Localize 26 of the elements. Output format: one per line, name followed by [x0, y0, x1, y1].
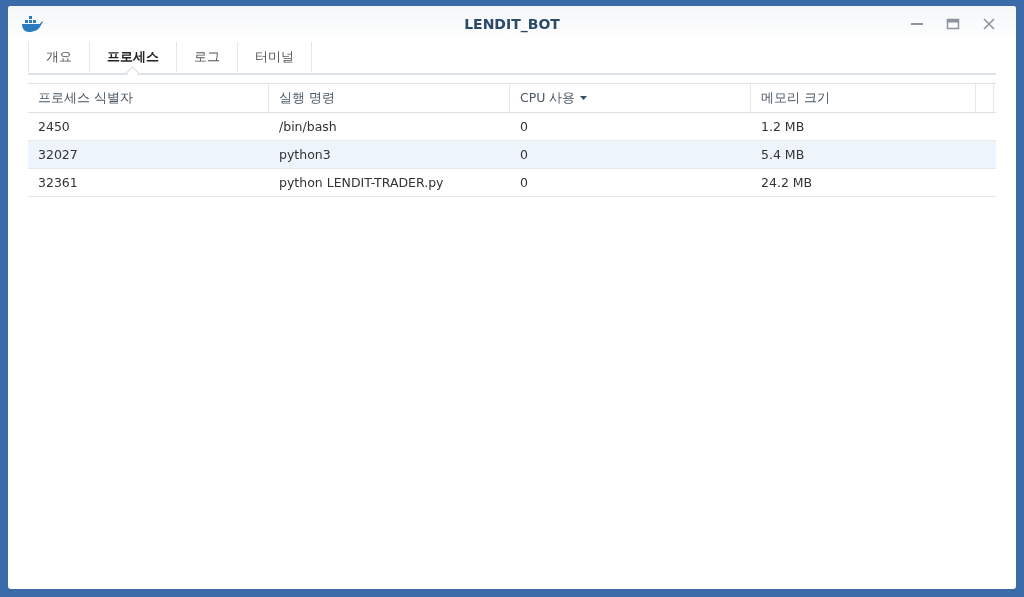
tab[interactable]: 개요 — [28, 42, 89, 72]
table-row[interactable]: 32027 python3 0 5.4 MB — [28, 141, 996, 169]
table-cell-text: 0 — [519, 147, 529, 162]
table-row[interactable]: 32361 python LENDIT-TRADER.py 0 24.2 MB — [28, 169, 996, 197]
table-cell-text: 1.2 MB — [760, 119, 806, 134]
table-cell-text: python LENDIT-TRADER.py — [278, 175, 445, 190]
table-cell-text: python3 — [278, 147, 332, 162]
table-cell-text: 32361 — [37, 175, 79, 190]
column-header[interactable]: 실행 명령 — [269, 84, 510, 112]
tab[interactable]: 로그 — [176, 42, 237, 72]
window-title: LENDIT_BOT — [464, 16, 560, 32]
close-icon[interactable] — [982, 17, 996, 31]
table-cell-text: 24.2 MB — [760, 175, 814, 190]
column-header[interactable]: 프로세스 식별자 — [28, 84, 269, 112]
table-cell-text: 32027 — [37, 147, 79, 162]
table-cell-text: 5.4 MB — [760, 147, 806, 162]
whale-icon — [20, 15, 44, 33]
table-cell-text: /bin/bash — [278, 119, 338, 134]
table-cell-text: 2450 — [37, 119, 71, 134]
column-header[interactable]: CPU 사용 — [510, 84, 751, 112]
tab[interactable]: 터미널 — [237, 42, 312, 72]
maximize-icon[interactable] — [946, 17, 960, 31]
sort-down-icon — [580, 96, 588, 100]
table-cell-text: 0 — [519, 175, 529, 190]
table-cell-text: 0 — [519, 119, 529, 134]
column-header[interactable]: 메모리 크기 — [751, 84, 976, 112]
